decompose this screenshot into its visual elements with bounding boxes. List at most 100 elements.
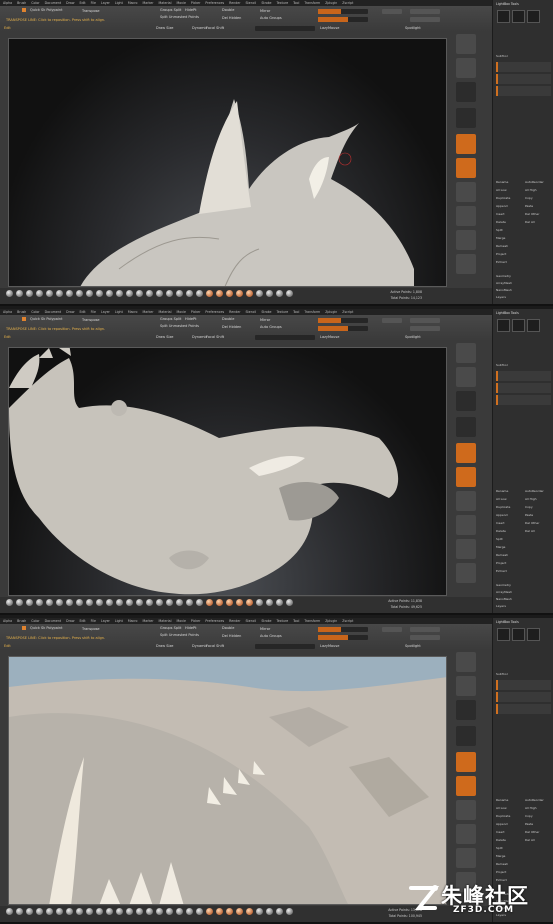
brush-swatch[interactable]	[36, 908, 43, 915]
brush-swatch[interactable]	[146, 908, 153, 915]
floor-icon[interactable]	[456, 417, 476, 437]
tool-thumb[interactable]	[527, 319, 540, 332]
groups-split-button[interactable]: Groups Split	[160, 317, 181, 321]
menu-item-picker[interactable]: Picker	[191, 619, 201, 623]
menu-item-macro[interactable]: Macro	[128, 619, 138, 623]
scale-icon[interactable]	[456, 230, 476, 250]
menu-item-document[interactable]: Document	[45, 310, 62, 314]
menu-item-stencil[interactable]: Stencil	[246, 310, 257, 314]
material-swatch[interactable]	[216, 290, 223, 297]
mirror-button[interactable]: Mirror	[260, 9, 270, 13]
tool-thumb[interactable]	[527, 10, 540, 23]
tool-thumb[interactable]	[497, 10, 510, 23]
polyf-icon[interactable]	[456, 563, 476, 583]
tray-action[interactable]: All Low	[496, 188, 507, 192]
brush-swatch[interactable]	[46, 290, 53, 297]
brush-swatch[interactable]	[116, 908, 123, 915]
brush-swatch[interactable]	[106, 599, 113, 606]
tray-action[interactable]: All High	[525, 497, 537, 501]
tray-action[interactable]: Paste	[525, 204, 533, 208]
tray-action[interactable]: Rename	[496, 489, 508, 493]
menu-item-zscript[interactable]: Zscript	[342, 310, 353, 314]
brush-swatch[interactable]	[156, 599, 163, 606]
xyz-rotate-icon[interactable]	[456, 158, 476, 178]
brush-swatch[interactable]	[66, 290, 73, 297]
edit-toggle[interactable]: Edit	[4, 26, 11, 30]
tray-action[interactable]: Paste	[525, 822, 533, 826]
hidept-button[interactable]: HidePt	[185, 317, 196, 321]
menu-item-edit[interactable]: Edit	[79, 1, 85, 5]
menu-item-alpha[interactable]: Alpha	[3, 619, 12, 623]
brush-swatch[interactable]	[76, 290, 83, 297]
auto-groups-button[interactable]: Auto Groups	[260, 16, 282, 20]
brush-swatch[interactable]	[136, 290, 143, 297]
menu-item-brush[interactable]: Brush	[17, 310, 26, 314]
tray-action[interactable]: Delete	[496, 838, 506, 842]
transpose-label[interactable]: Transpose	[82, 318, 100, 322]
brush-swatch[interactable]	[126, 599, 133, 606]
menu-item-preferences[interactable]: Preferences	[205, 1, 224, 5]
tray-action[interactable]: Rename	[496, 798, 508, 802]
dynamesh-button[interactable]	[382, 9, 402, 14]
hidept-button[interactable]: HidePt	[185, 8, 196, 12]
brush-swatch[interactable]	[176, 290, 183, 297]
menu-item-macro[interactable]: Macro	[128, 310, 138, 314]
tray-action[interactable]: Del All	[525, 220, 535, 224]
menu-item-picker[interactable]: Picker	[191, 310, 201, 314]
tray-action[interactable]: Insert	[496, 212, 505, 216]
double-button[interactable]: Double	[222, 8, 234, 12]
subtool-slot-1[interactable]	[496, 371, 551, 381]
menu-item-transform[interactable]: Transform	[304, 1, 320, 5]
scale-icon[interactable]	[456, 539, 476, 559]
canvas-viewport[interactable]	[8, 656, 447, 905]
tray-action[interactable]: Paste	[525, 513, 533, 517]
brush-swatch[interactable]	[26, 908, 33, 915]
material-swatch[interactable]	[226, 908, 233, 915]
tray-action[interactable]: AutoReorder	[525, 798, 544, 802]
subtool-slot-2[interactable]	[496, 383, 551, 393]
brush-swatch[interactable]	[146, 599, 153, 606]
brush-swatch[interactable]	[186, 908, 193, 915]
menu-item-zplugin[interactable]: Zplugin	[325, 310, 337, 314]
menu-item-layer[interactable]: Layer	[101, 310, 110, 314]
brush-swatch[interactable]	[6, 290, 13, 297]
brush-swatch[interactable]	[76, 908, 83, 915]
material-swatch[interactable]	[246, 908, 253, 915]
tool-thumb[interactable]	[497, 628, 510, 641]
intensity-slider[interactable]	[318, 326, 368, 331]
brush-swatch[interactable]	[106, 908, 113, 915]
tray-action[interactable]: Rename	[496, 180, 508, 184]
menu-item-movie[interactable]: Movie	[176, 310, 185, 314]
brush-swatch[interactable]	[46, 599, 53, 606]
group-masked-button[interactable]	[410, 326, 440, 331]
tray-action[interactable]: All Low	[496, 497, 507, 501]
tray-action[interactable]: Remesh	[496, 553, 508, 557]
spotlight-button[interactable]: Spotlight	[405, 26, 421, 30]
tray-action[interactable]: Merge	[496, 545, 505, 549]
menu-item-stroke[interactable]: Stroke	[261, 619, 271, 623]
transpose-label[interactable]: Transpose	[82, 9, 100, 13]
menu-item-alpha[interactable]: Alpha	[3, 310, 12, 314]
subtool-header[interactable]: SubTool	[496, 672, 508, 676]
polypaint-indicator[interactable]	[22, 317, 26, 321]
tray-title[interactable]: LightBox Tools	[496, 311, 519, 315]
tray-action[interactable]: AutoReorder	[525, 489, 544, 493]
brush-swatch[interactable]	[126, 290, 133, 297]
split-unmasked-button[interactable]: Split Unmasked Points	[160, 15, 199, 19]
tray-title[interactable]: LightBox Tools	[496, 2, 519, 6]
frame-icon[interactable]	[456, 182, 476, 202]
material-swatch[interactable]	[236, 908, 243, 915]
xyz-rotate-icon[interactable]	[456, 776, 476, 796]
tray-action[interactable]: Merge	[496, 854, 505, 858]
lazymouse-toggle[interactable]: LazyMouse	[320, 644, 339, 648]
menu-item-zplugin[interactable]: Zplugin	[325, 1, 337, 5]
canvas-viewport[interactable]	[8, 347, 447, 596]
spotlight-button[interactable]: Spotlight	[405, 335, 421, 339]
zoom-icon[interactable]	[456, 343, 476, 363]
brush-swatch[interactable]	[56, 908, 63, 915]
material-swatch[interactable]	[226, 290, 233, 297]
quick-sketch-label[interactable]: Quick Sk Polypaint	[30, 626, 62, 630]
menu-item-color[interactable]: Color	[31, 1, 39, 5]
quick-sketch-label[interactable]: Quick Sk Polypaint	[30, 317, 62, 321]
subtool-slot-3[interactable]	[496, 86, 551, 96]
